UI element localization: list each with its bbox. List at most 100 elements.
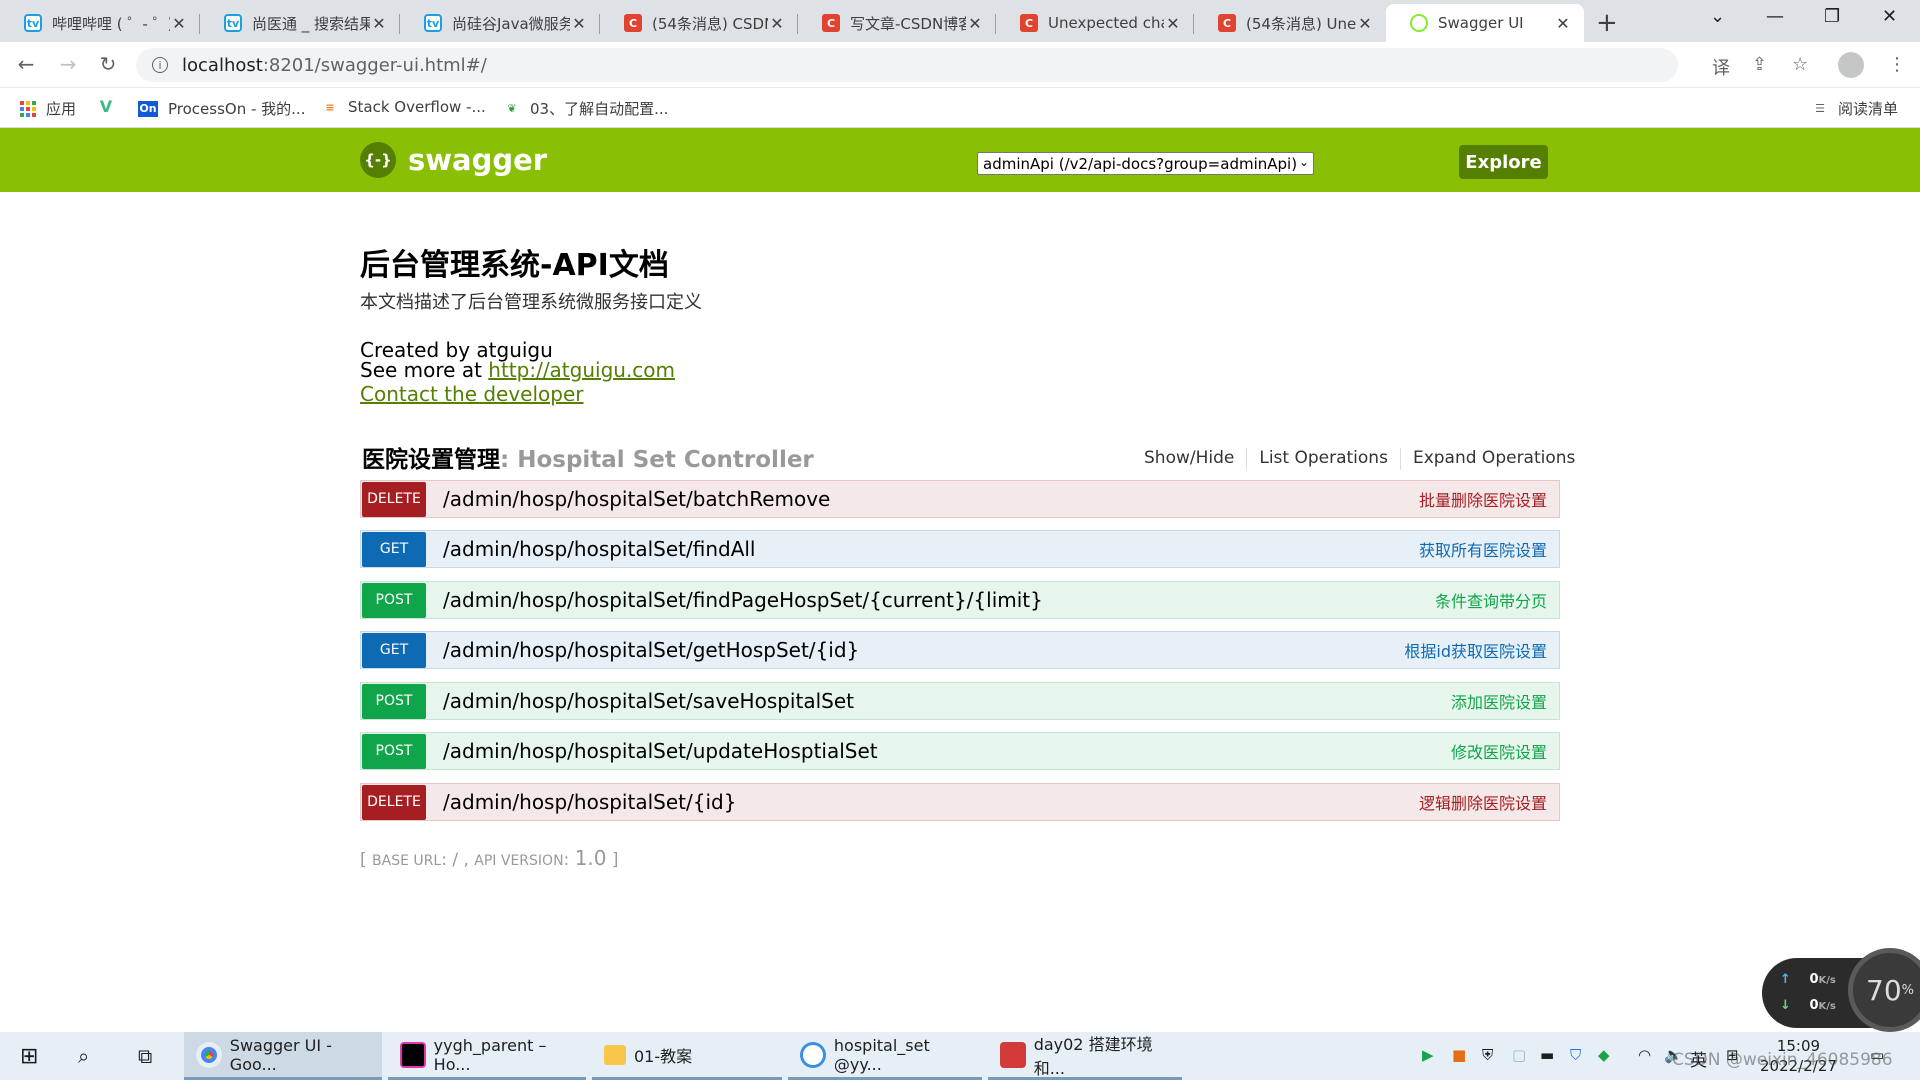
http-method-badge: POST bbox=[362, 683, 426, 719]
reading-list[interactable]: ☰ 阅读清单 bbox=[1812, 98, 1898, 119]
minimize-icon[interactable]: — bbox=[1766, 6, 1784, 27]
close-tab-icon[interactable]: ✕ bbox=[1164, 14, 1182, 33]
explore-button[interactable]: Explore bbox=[1459, 145, 1548, 179]
restore-icon[interactable]: ❐ bbox=[1824, 6, 1840, 27]
site-info-icon[interactable]: i bbox=[152, 57, 168, 73]
taskbar-app[interactable]: 01-教案 bbox=[592, 1032, 782, 1080]
operation-summary[interactable]: 逻辑删除医院设置 bbox=[1419, 790, 1547, 814]
intellij-icon bbox=[400, 1041, 426, 1068]
close-window-icon[interactable]: ✕ bbox=[1882, 6, 1897, 27]
http-method-badge: DELETE bbox=[362, 784, 426, 820]
browser-tab[interactable]: tv 尚硅谷Java微服务 ✕ bbox=[400, 4, 600, 42]
contact-developer-link[interactable]: Contact the developer bbox=[360, 382, 584, 406]
close-tab-icon[interactable]: ✕ bbox=[966, 14, 984, 33]
bookmark-apps[interactable]: 应用 bbox=[20, 98, 76, 119]
taskbar-app[interactable]: Swagger UI - Goo... bbox=[184, 1032, 382, 1080]
close-tab-icon[interactable]: ✕ bbox=[768, 14, 786, 33]
browser-tab[interactable]: tv 尚医通 _ 搜索结果 ✕ bbox=[200, 4, 400, 42]
operation-summary[interactable]: 添加医院设置 bbox=[1451, 689, 1547, 713]
translate-icon[interactable]: 译 bbox=[1712, 54, 1730, 80]
taskbar-app[interactable]: yygh_parent – Ho... bbox=[388, 1032, 586, 1080]
close-tab-icon[interactable]: ✕ bbox=[370, 14, 388, 33]
tray-window-icon[interactable]: ▢ bbox=[1512, 1046, 1526, 1064]
browser-tab[interactable]: C Unexpected cha ✕ bbox=[996, 4, 1194, 42]
list-operations-link[interactable]: List Operations bbox=[1247, 448, 1400, 470]
see-more-link[interactable]: http://atguigu.com bbox=[488, 358, 675, 382]
stackoverflow-icon: ≡ bbox=[325, 100, 335, 114]
close-tab-icon[interactable]: ✕ bbox=[570, 14, 588, 33]
operation-path[interactable]: /admin/hosp/hospitalSet/findPageHospSet/… bbox=[443, 588, 1435, 612]
operation-summary[interactable]: 根据id获取医院设置 bbox=[1404, 638, 1547, 662]
operation-row[interactable]: POST /admin/hosp/hospitalSet/findPageHos… bbox=[360, 581, 1560, 619]
operation-row[interactable]: GET /admin/hosp/hospitalSet/findAll 获取所有… bbox=[360, 530, 1560, 568]
new-tab-icon[interactable]: + bbox=[1596, 8, 1618, 38]
operation-path[interactable]: /admin/hosp/hospitalSet/saveHospitalSet bbox=[443, 689, 1451, 713]
operation-path[interactable]: /admin/hosp/hospitalSet/{id} bbox=[443, 790, 1419, 814]
operation-row[interactable]: DELETE /admin/hosp/hospitalSet/{id} 逻辑删除… bbox=[360, 783, 1560, 821]
browser-tab[interactable]: C (54条消息) CSDN ✕ bbox=[600, 4, 798, 42]
windows-start-icon[interactable]: ⊞ bbox=[20, 1044, 38, 1069]
menu-kebab-icon[interactable]: ⋮ bbox=[1888, 54, 1906, 75]
api-description: 本文档描述了后台管理系统微服务接口定义 bbox=[360, 292, 702, 313]
operation-summary[interactable]: 批量删除医院设置 bbox=[1419, 487, 1547, 511]
browser-tab[interactable]: C (54条消息) Unex ✕ bbox=[1194, 4, 1386, 42]
app-tray-icon[interactable]: ■ bbox=[1452, 1046, 1466, 1064]
close-tab-icon[interactable]: ✕ bbox=[1554, 14, 1572, 33]
bookmark-star-icon[interactable]: ☆ bbox=[1792, 54, 1808, 75]
bookmark-processon[interactable]: On ProcessOn - 我的... bbox=[138, 98, 305, 119]
tab-title: 哔哩哔哩 ( ゜- ゜)つ bbox=[52, 14, 170, 33]
close-tab-icon[interactable]: ✕ bbox=[170, 14, 188, 33]
task-view-icon[interactable]: ⧉ bbox=[138, 1044, 152, 1068]
browser-tab[interactable]: C 写文章-CSDN博客 ✕ bbox=[798, 4, 996, 42]
bookmark-vue[interactable]: V bbox=[98, 97, 124, 116]
tab-title: Swagger UI bbox=[1438, 14, 1524, 32]
browser-tab[interactable]: tv 哔哩哔哩 ( ゜- ゜)つ ✕ bbox=[0, 4, 200, 42]
operation-row[interactable]: DELETE /admin/hosp/hospitalSet/batchRemo… bbox=[360, 480, 1560, 518]
browser-tab-active[interactable]: Swagger UI ✕ bbox=[1386, 4, 1584, 42]
operation-path[interactable]: /admin/hosp/hospitalSet/batchRemove bbox=[443, 487, 1419, 511]
tab-title: 尚医通 _ 搜索结果 bbox=[252, 14, 370, 33]
operation-summary[interactable]: 修改医院设置 bbox=[1451, 739, 1547, 763]
reading-list-label: 阅读清单 bbox=[1838, 100, 1899, 118]
api-spec-select[interactable]: adminApi (/v2/api-docs?group=adminApi) ⌄ bbox=[977, 152, 1314, 175]
wifi-icon[interactable]: ◠ bbox=[1638, 1046, 1651, 1064]
security-shield-icon[interactable]: ⛨ bbox=[1482, 1046, 1493, 1064]
bilibili-icon: tv bbox=[24, 14, 42, 32]
operation-row[interactable]: POST /admin/hosp/hospitalSet/saveHospita… bbox=[360, 682, 1560, 720]
share-icon[interactable]: ⇪ bbox=[1752, 54, 1767, 75]
operation-row[interactable]: POST /admin/hosp/hospitalSet/updateHospt… bbox=[360, 732, 1560, 770]
base-url-footer: [ BASE URL: / , API VERSION: 1.0 ] bbox=[360, 846, 619, 870]
tab-search-chevron-icon[interactable]: ⌄ bbox=[1710, 6, 1725, 27]
taskbar-app[interactable]: day02 搭建环境和... bbox=[988, 1032, 1182, 1080]
defender-icon[interactable]: ⛉ bbox=[1570, 1046, 1581, 1064]
taskbar-app[interactable]: hospital_set @yy... bbox=[788, 1032, 982, 1080]
show-hide-link[interactable]: Show/Hide bbox=[1144, 448, 1246, 470]
operation-summary[interactable]: 条件查询带分页 bbox=[1435, 588, 1547, 612]
address-bar[interactable]: i localhost:8201/swagger-ui.html#/ bbox=[136, 48, 1678, 82]
expand-operations-link[interactable]: Expand Operations bbox=[1401, 448, 1587, 470]
see-more: See more at http://atguigu.com bbox=[360, 358, 675, 382]
network-speed-widget[interactable]: ↑ 0K/s ↓ 0K/s 70% bbox=[1762, 948, 1920, 1032]
operation-path[interactable]: /admin/hosp/hospitalSet/updateHosptialSe… bbox=[443, 739, 1451, 763]
operation-summary[interactable]: 获取所有医院设置 bbox=[1419, 537, 1547, 561]
battery-icon[interactable]: ▬ bbox=[1540, 1046, 1554, 1064]
operation-path[interactable]: /admin/hosp/hospitalSet/findAll bbox=[443, 537, 1419, 561]
media-play-icon[interactable]: ▶ bbox=[1422, 1046, 1434, 1064]
search-icon[interactable]: ⌕ bbox=[78, 1044, 89, 1068]
forward-icon[interactable]: → bbox=[56, 52, 80, 76]
bookmark-autoconfig[interactable]: ❦ 03、了解自动配置... bbox=[504, 98, 668, 119]
bookmark-stackoverflow[interactable]: ≡ Stack Overflow -... bbox=[322, 98, 485, 116]
resource-heading[interactable]: 医院设置管理: Hospital Set Controller bbox=[362, 440, 814, 474]
operation-row[interactable]: GET /admin/hosp/hospitalSet/getHospSet/{… bbox=[360, 631, 1560, 669]
download-speed: ↓ 0K/s bbox=[1780, 998, 1836, 1013]
profile-avatar[interactable] bbox=[1838, 52, 1864, 78]
base-url-value: / bbox=[452, 850, 459, 870]
close-tab-icon[interactable]: ✕ bbox=[1356, 14, 1374, 33]
http-method-badge: DELETE bbox=[362, 481, 426, 517]
datagrip-icon bbox=[800, 1041, 826, 1068]
operation-path[interactable]: /admin/hosp/hospitalSet/getHospSet/{id} bbox=[443, 638, 1404, 662]
reload-icon[interactable]: ↻ bbox=[96, 52, 120, 76]
swagger-logo[interactable]: {-} swagger bbox=[360, 142, 547, 178]
back-icon[interactable]: ← bbox=[14, 52, 38, 76]
nvidia-icon[interactable]: ◆ bbox=[1598, 1046, 1610, 1064]
